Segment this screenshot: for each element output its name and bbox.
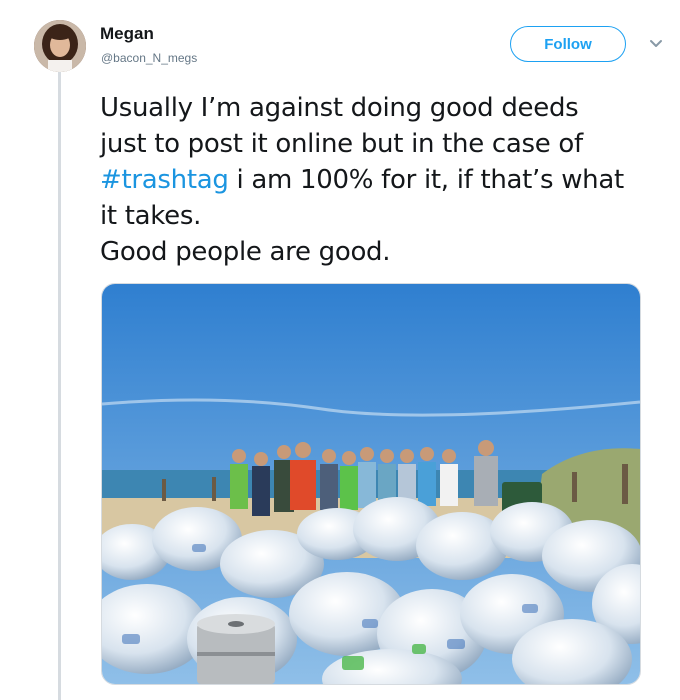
chevron-down-icon[interactable] [648,36,664,52]
tweet-text: Usually I’m against doing good deeds jus… [100,90,660,270]
user-name[interactable]: Megan [100,24,154,44]
thread-line [58,72,61,700]
tweet-line: just to post it online but in the case o… [100,129,583,159]
tweet-line: #trashtag i am 100% for it, if that’s wh… [100,162,660,198]
hashtag-link[interactable]: #trashtag [100,165,229,195]
tweet-line: Good people are good. [100,237,391,267]
avatar[interactable] [34,20,86,72]
follow-button[interactable]: Follow [510,26,626,62]
user-handle[interactable]: @bacon_N_megs [101,51,197,65]
tweet-line: Usually I’m against doing good deeds [100,93,579,123]
tweet-line-rest: i am 100% for it, if that’s what [228,165,625,195]
tweet-photo[interactable] [101,283,641,685]
tweet-line: it takes. [100,201,202,231]
